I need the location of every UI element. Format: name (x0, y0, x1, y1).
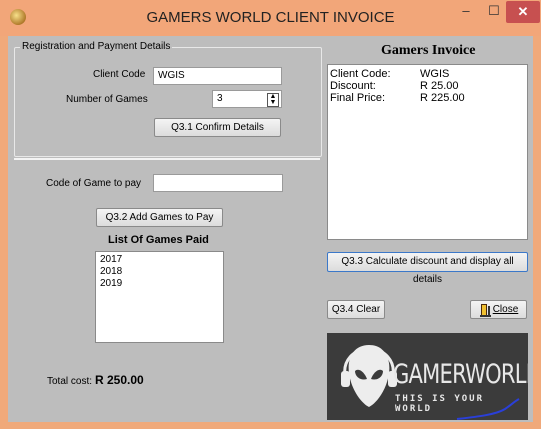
list-item[interactable]: 2019 (100, 278, 219, 290)
minimize-button[interactable]: – (452, 0, 480, 24)
game-code-label: Code of Game to pay (46, 178, 142, 189)
invoice-row-label: Client Code: (330, 68, 391, 80)
invoice-memo[interactable]: Client Code: WGIS Discount: R 25.00 Fina… (327, 64, 528, 240)
invoice-row-label: Final Price: (330, 92, 386, 104)
clear-button[interactable]: Q3.4 Clear (327, 300, 385, 319)
invoice-row-value: WGIS (420, 68, 450, 80)
invoice-row: Discount: R 25.00 (330, 80, 525, 92)
num-games-label: Number of Games (66, 94, 148, 105)
num-games-spinner[interactable]: 3 ▲ ▼ (212, 90, 282, 108)
games-paid-heading: List Of Games Paid (108, 234, 209, 246)
invoice-row-value: R 25.00 (420, 80, 459, 92)
close-button[interactable]: Close (470, 300, 527, 319)
list-item[interactable]: 2018 (100, 266, 219, 278)
window-close-button[interactable]: ✕ (506, 1, 540, 23)
invoice-row: Final Price: R 225.00 (330, 92, 525, 104)
calculate-discount-button[interactable]: Q3.3 Calculate discount and display all … (327, 252, 528, 285)
registration-group-caption: Registration and Payment Details (20, 41, 173, 52)
invoice-heading: Gamers Invoice (381, 43, 476, 58)
num-games-value: 3 (217, 93, 223, 104)
total-cost-label: Total cost: (47, 376, 93, 387)
logo-wordmark: GAMERWORLD (393, 359, 528, 390)
invoice-row-label: Discount: (330, 80, 376, 92)
alien-headphones-icon (341, 345, 397, 407)
spin-updown-icon[interactable]: ▲ ▼ (267, 93, 279, 107)
total-cost-value: R 250.00 (95, 373, 144, 387)
client-code-label: Client Code (93, 69, 146, 80)
pen-scribble (456, 398, 520, 420)
door-close-icon (480, 304, 491, 317)
add-games-button[interactable]: Q3.2 Add Games to Pay (96, 208, 223, 227)
games-paid-list[interactable]: 2017 2018 2019 (95, 251, 224, 343)
close-button-label: Close (492, 304, 519, 315)
section-divider (14, 158, 320, 160)
confirm-details-button[interactable]: Q3.1 Confirm Details (154, 118, 281, 137)
gamerworld-logo: GAMERWORLD THIS IS YOUR WORLD (327, 333, 528, 420)
maximize-button[interactable]: ☐ (480, 0, 508, 24)
invoice-row-value: R 225.00 (420, 92, 465, 104)
invoice-row: Client Code: WGIS (330, 68, 525, 80)
game-code-input[interactable] (153, 174, 283, 192)
client-code-input[interactable]: WGIS (153, 67, 282, 85)
window-bottom-edge (0, 422, 541, 429)
list-item[interactable]: 2017 (100, 254, 219, 266)
title-bar: GAMERS WORLD CLIENT INVOICE – ☐ ✕ (0, 0, 541, 36)
